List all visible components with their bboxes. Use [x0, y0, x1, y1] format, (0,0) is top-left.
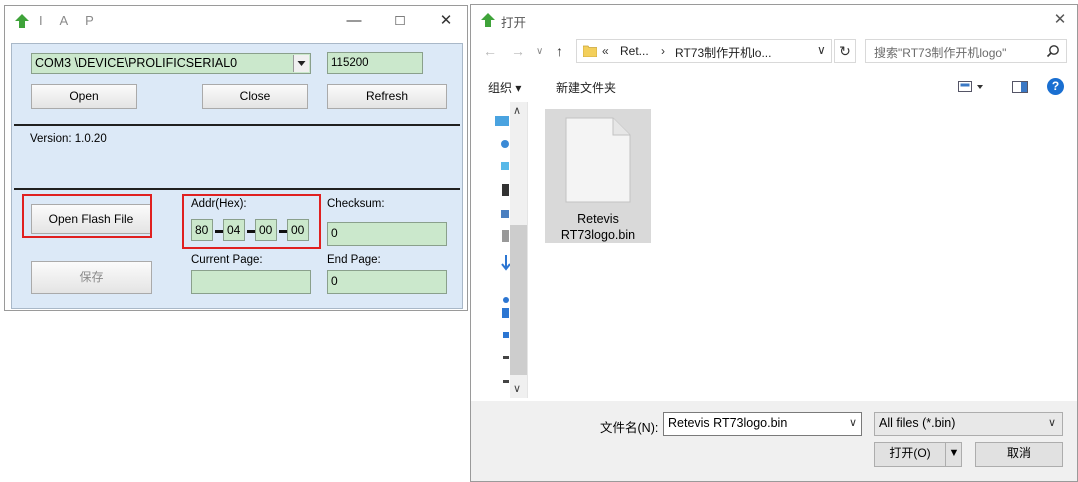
open-port-button[interactable]: Open	[31, 84, 137, 109]
iap-title: I A P	[39, 13, 101, 28]
chevron-down-icon[interactable]: ∨	[817, 43, 826, 57]
file-name-line: Retevis	[577, 212, 619, 226]
open-button[interactable]: 打开(O) ▼	[874, 442, 962, 467]
pane-divider	[527, 102, 528, 398]
baud-rate-field[interactable]: 115200	[327, 52, 423, 74]
forward-icon[interactable]: →	[511, 43, 525, 59]
version-label: Version: 1.0.20	[30, 133, 107, 145]
split-divider	[945, 443, 946, 466]
close-icon[interactable]: ✕	[423, 6, 469, 36]
chevron-down-icon[interactable]: ∨	[849, 416, 857, 429]
close-port-button[interactable]: Close	[202, 84, 308, 109]
search-icon[interactable]	[1046, 44, 1060, 58]
chevron-down-icon[interactable]: ∨	[1048, 416, 1056, 429]
filename-label: 文件名(N):	[600, 421, 659, 435]
app-arrow-icon	[480, 12, 496, 28]
chevron-down-icon[interactable]: ∨	[536, 46, 543, 57]
checksum-field[interactable]: 0	[327, 222, 447, 246]
organize-menu[interactable]: 组织 ▾	[488, 79, 521, 96]
view-icon[interactable]	[958, 80, 986, 94]
document-icon	[565, 117, 631, 203]
highlight-box	[22, 194, 152, 238]
search-placeholder: 搜索"RT73制作开机logo"	[874, 46, 1007, 60]
close-icon[interactable]: ✕	[1043, 5, 1077, 35]
divider	[14, 124, 460, 126]
divider	[14, 188, 460, 190]
com-port-value: COM3 \DEVICE\PROLIFICSERIAL0	[35, 56, 238, 70]
breadcrumb-item[interactable]: RT73制作开机lo...	[675, 44, 771, 61]
iap-window: I A P — □ ✕ COM3 \DEVICE\PROLIFICSERIAL0…	[4, 5, 468, 311]
chevron-down-icon[interactable]: ∨	[513, 382, 521, 395]
save-button[interactable]: 保存	[31, 261, 152, 294]
checksum-label: Checksum:	[327, 198, 385, 210]
dialog-title: 打开	[501, 16, 527, 30]
breadcrumb-separator: ›	[661, 44, 665, 58]
end-page-label: End Page:	[327, 254, 381, 266]
iap-titlebar: I A P — □ ✕	[5, 6, 467, 36]
new-folder-button[interactable]: 新建文件夹	[556, 79, 616, 96]
file-type-value: All files (*.bin)	[879, 416, 956, 430]
breadcrumb-overflow[interactable]: «	[602, 44, 609, 58]
folder-icon	[583, 45, 597, 57]
chevron-down-icon[interactable]: ▼	[947, 443, 961, 464]
highlight-box	[182, 194, 321, 249]
current-page-label: Current Page:	[191, 254, 263, 266]
filename-value: Retevis RT73logo.bin	[668, 416, 788, 430]
pane-icon[interactable]	[1012, 80, 1028, 94]
filename-input[interactable]: Retevis RT73logo.bin ∨	[663, 412, 862, 436]
address-bar[interactable]: « Ret... › RT73制作开机lo... ∨	[576, 39, 832, 63]
current-page-field[interactable]	[191, 270, 311, 294]
back-icon[interactable]: ←	[483, 43, 497, 59]
chevron-up-icon[interactable]: ∧	[513, 104, 521, 117]
dialog-titlebar: 打开 ✕	[471, 5, 1077, 35]
file-item[interactable]: Retevis RT73logo.bin	[545, 109, 651, 243]
minimize-icon[interactable]: —	[331, 6, 377, 36]
help-icon[interactable]: ?	[1047, 78, 1064, 95]
up-icon[interactable]: ↑	[556, 43, 563, 59]
file-type-select[interactable]: All files (*.bin) ∨	[874, 412, 1063, 436]
nav-icons	[495, 116, 511, 383]
end-page-field[interactable]: 0	[327, 270, 447, 294]
refresh-button[interactable]: Refresh	[327, 84, 447, 109]
maximize-icon[interactable]: □	[377, 6, 423, 36]
open-file-dialog: 打开 ✕ ← → ∨ ↑ « Ret... › RT73制作开机lo... ∨ …	[470, 4, 1078, 482]
iap-client: COM3 \DEVICE\PROLIFICSERIAL0 115200 Open…	[11, 43, 463, 309]
cancel-button[interactable]: 取消	[975, 442, 1063, 467]
com-port-select[interactable]: COM3 \DEVICE\PROLIFICSERIAL0	[31, 53, 311, 74]
nav-scrollbar[interactable]: ∧ ∨	[510, 102, 527, 398]
refresh-icon[interactable]: ↻	[834, 39, 856, 63]
app-arrow-icon	[14, 13, 30, 29]
scrollbar-thumb[interactable]	[510, 225, 527, 375]
chevron-down-icon[interactable]	[293, 55, 309, 72]
search-input[interactable]: 搜索"RT73制作开机logo"	[865, 39, 1067, 63]
open-button-label: 打开(O)	[889, 446, 931, 460]
breadcrumb-item[interactable]: Ret...	[620, 44, 649, 58]
file-name-line: RT73logo.bin	[560, 228, 636, 242]
